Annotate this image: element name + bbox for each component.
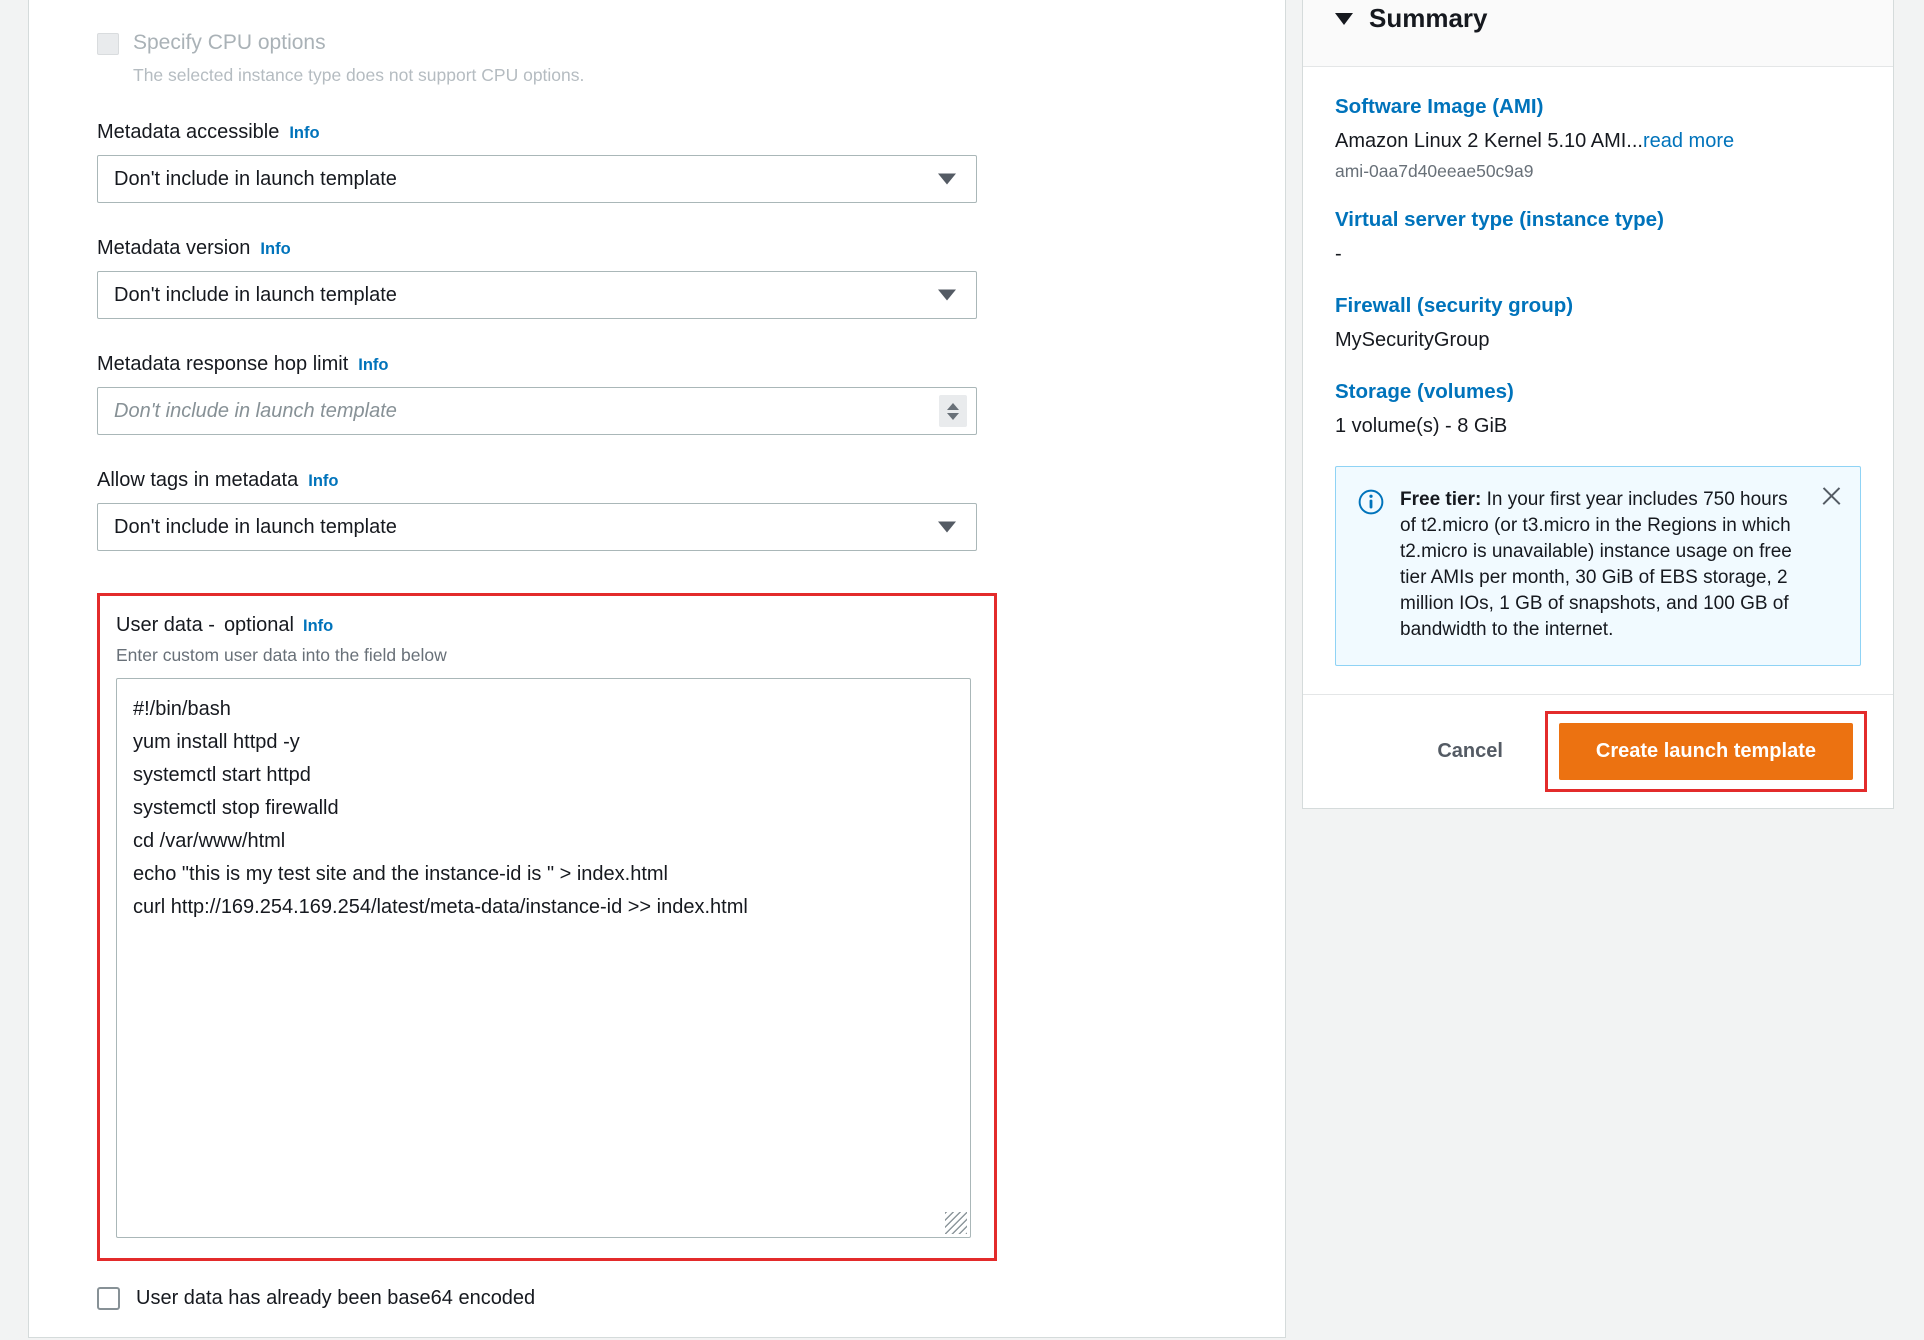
metadata-accessible-label: Metadata accessible Info [97,121,1225,144]
info-link-metadata-accessible[interactable]: Info [289,124,319,143]
user-data-optional-text: optional [223,614,294,636]
metadata-version-value: Don't include in launch template [114,283,397,306]
metadata-accessible-label-text: Metadata accessible [97,121,280,143]
summary-block-firewall: Firewall (security group) MySecurityGrou… [1335,294,1861,354]
chevron-down-icon [938,173,956,185]
allow-tags-label: Allow tags in metadata Info [97,469,1225,492]
summary-header[interactable]: Summary [1303,0,1893,67]
summary-block-ami: Software Image (AMI) Amazon Linux 2 Kern… [1335,95,1861,182]
metadata-version-label-text: Metadata version [97,237,251,259]
metadata-accessible-value: Don't include in launch template [114,167,397,190]
user-data-line: systemctl start httpd [133,764,311,786]
allow-tags-select[interactable]: Don't include in launch template [97,503,977,551]
user-data-line: cd /var/www/html [133,830,286,852]
info-link-metadata-version[interactable]: Info [260,240,290,259]
metadata-hop-limit-label: Metadata response hop limit Info [97,353,1225,376]
metadata-version-label: Metadata version Info [97,237,1225,260]
summary-title: Summary [1369,3,1488,33]
summary-block-storage: Storage (volumes) 1 volume(s) - 8 GiB [1335,380,1861,440]
user-data-label: User data - optional Info [116,614,976,637]
user-data-textarea[interactable]: #!/bin/bash yum install httpd -y systemc… [116,678,971,1238]
metadata-hop-limit-input[interactable]: Don't include in launch template [97,387,977,435]
textarea-resize-handle[interactable] [945,1212,967,1234]
cancel-button[interactable]: Cancel [1409,728,1531,775]
specify-cpu-options-label: Specify CPU options [133,31,326,54]
ami-name-text: Amazon Linux 2 Kernel 5.10 AMI... [1335,130,1643,152]
summary-value-instance-type: - [1335,243,1342,265]
specify-cpu-options-checkbox [97,33,119,55]
field-metadata-hop-limit: Metadata response hop limit Info Don't i… [97,353,1225,435]
summary-value-firewall: MySecurityGroup [1335,329,1490,351]
info-link-metadata-hop-limit[interactable]: Info [358,356,388,375]
summary-footer: Cancel Create launch template [1303,694,1893,808]
summary-link-software-image[interactable]: Software Image (AMI) [1335,95,1543,119]
base64-encoded-checkbox[interactable] [97,1287,120,1310]
user-data-line: #!/bin/bash [133,698,231,720]
chevron-down-icon [938,521,956,533]
free-tier-alert-bold: Free tier: [1400,489,1482,510]
summary-link-instance-type[interactable]: Virtual server type (instance type) [1335,208,1664,232]
summary-value-storage: 1 volume(s) - 8 GiB [1335,415,1508,437]
metadata-accessible-select[interactable]: Don't include in launch template [97,155,977,203]
metadata-hop-limit-label-text: Metadata response hop limit [97,353,349,375]
field-metadata-version: Metadata version Info Don't include in l… [97,237,1225,319]
user-data-section-highlight: User data - optional Info Enter custom u… [97,593,997,1261]
metadata-hop-limit-placeholder: Don't include in launch template [114,399,397,422]
summary-link-firewall[interactable]: Firewall (security group) [1335,294,1573,318]
summary-body: Software Image (AMI) Amazon Linux 2 Kern… [1303,67,1893,694]
base64-encoded-label: User data has already been base64 encode… [136,1287,536,1309]
user-data-label-text: User data - [116,614,215,636]
chevron-down-icon [947,412,959,420]
user-data-line: systemctl stop firewalld [133,797,339,819]
read-more-link[interactable]: read more [1643,130,1734,152]
field-allow-tags-in-metadata: Allow tags in metadata Info Don't includ… [97,469,1225,551]
metadata-version-select[interactable]: Don't include in launch template [97,271,977,319]
summary-value-ami-id: ami-0aa7d40eeae50c9a9 [1335,161,1534,181]
summary-panel: Summary Software Image (AMI) Amazon Linu… [1302,0,1894,810]
specify-cpu-options-row: Specify CPU options The selected instanc… [97,30,1225,87]
create-launch-template-highlight: Create launch template [1544,711,1867,793]
user-data-description: Enter custom user data into the field be… [116,645,447,665]
chevron-up-icon [947,402,959,410]
info-link-user-data[interactable]: Info [303,617,333,636]
launch-template-page: Specify CPU options The selected instanc… [0,0,1924,1340]
allow-tags-value: Don't include in launch template [114,515,397,538]
form-panel: Specify CPU options The selected instanc… [28,0,1286,1338]
summary-block-instance-type: Virtual server type (instance type) - [1335,208,1861,268]
collapse-caret-icon[interactable] [1335,12,1353,25]
user-data-line: yum install httpd -y [133,731,300,753]
base64-encoded-row: User data has already been base64 encode… [97,1287,1225,1310]
user-data-line: echo "this is my test site and the insta… [133,863,668,885]
allow-tags-label-text: Allow tags in metadata [97,469,299,491]
info-circle-icon [1358,489,1384,515]
free-tier-alert-body: In your first year includes 750 hours of… [1400,489,1792,641]
summary-value-ami-name: Amazon Linux 2 Kernel 5.10 AMI...read mo… [1335,128,1861,155]
specify-cpu-options-description: The selected instance type does not supp… [133,65,585,86]
chevron-down-icon [938,289,956,301]
field-metadata-accessible: Metadata accessible Info Don't include i… [97,121,1225,203]
info-link-allow-tags[interactable]: Info [308,472,338,491]
close-icon[interactable] [1818,483,1844,509]
summary-link-storage[interactable]: Storage (volumes) [1335,380,1514,404]
number-stepper[interactable] [939,395,967,427]
user-data-line: curl http://169.254.169.254/latest/meta-… [133,896,748,918]
free-tier-alert: Free tier: In your first year includes 7… [1335,466,1861,667]
free-tier-alert-text: Free tier: In your first year includes 7… [1400,487,1804,643]
create-launch-template-button[interactable]: Create launch template [1558,723,1853,781]
